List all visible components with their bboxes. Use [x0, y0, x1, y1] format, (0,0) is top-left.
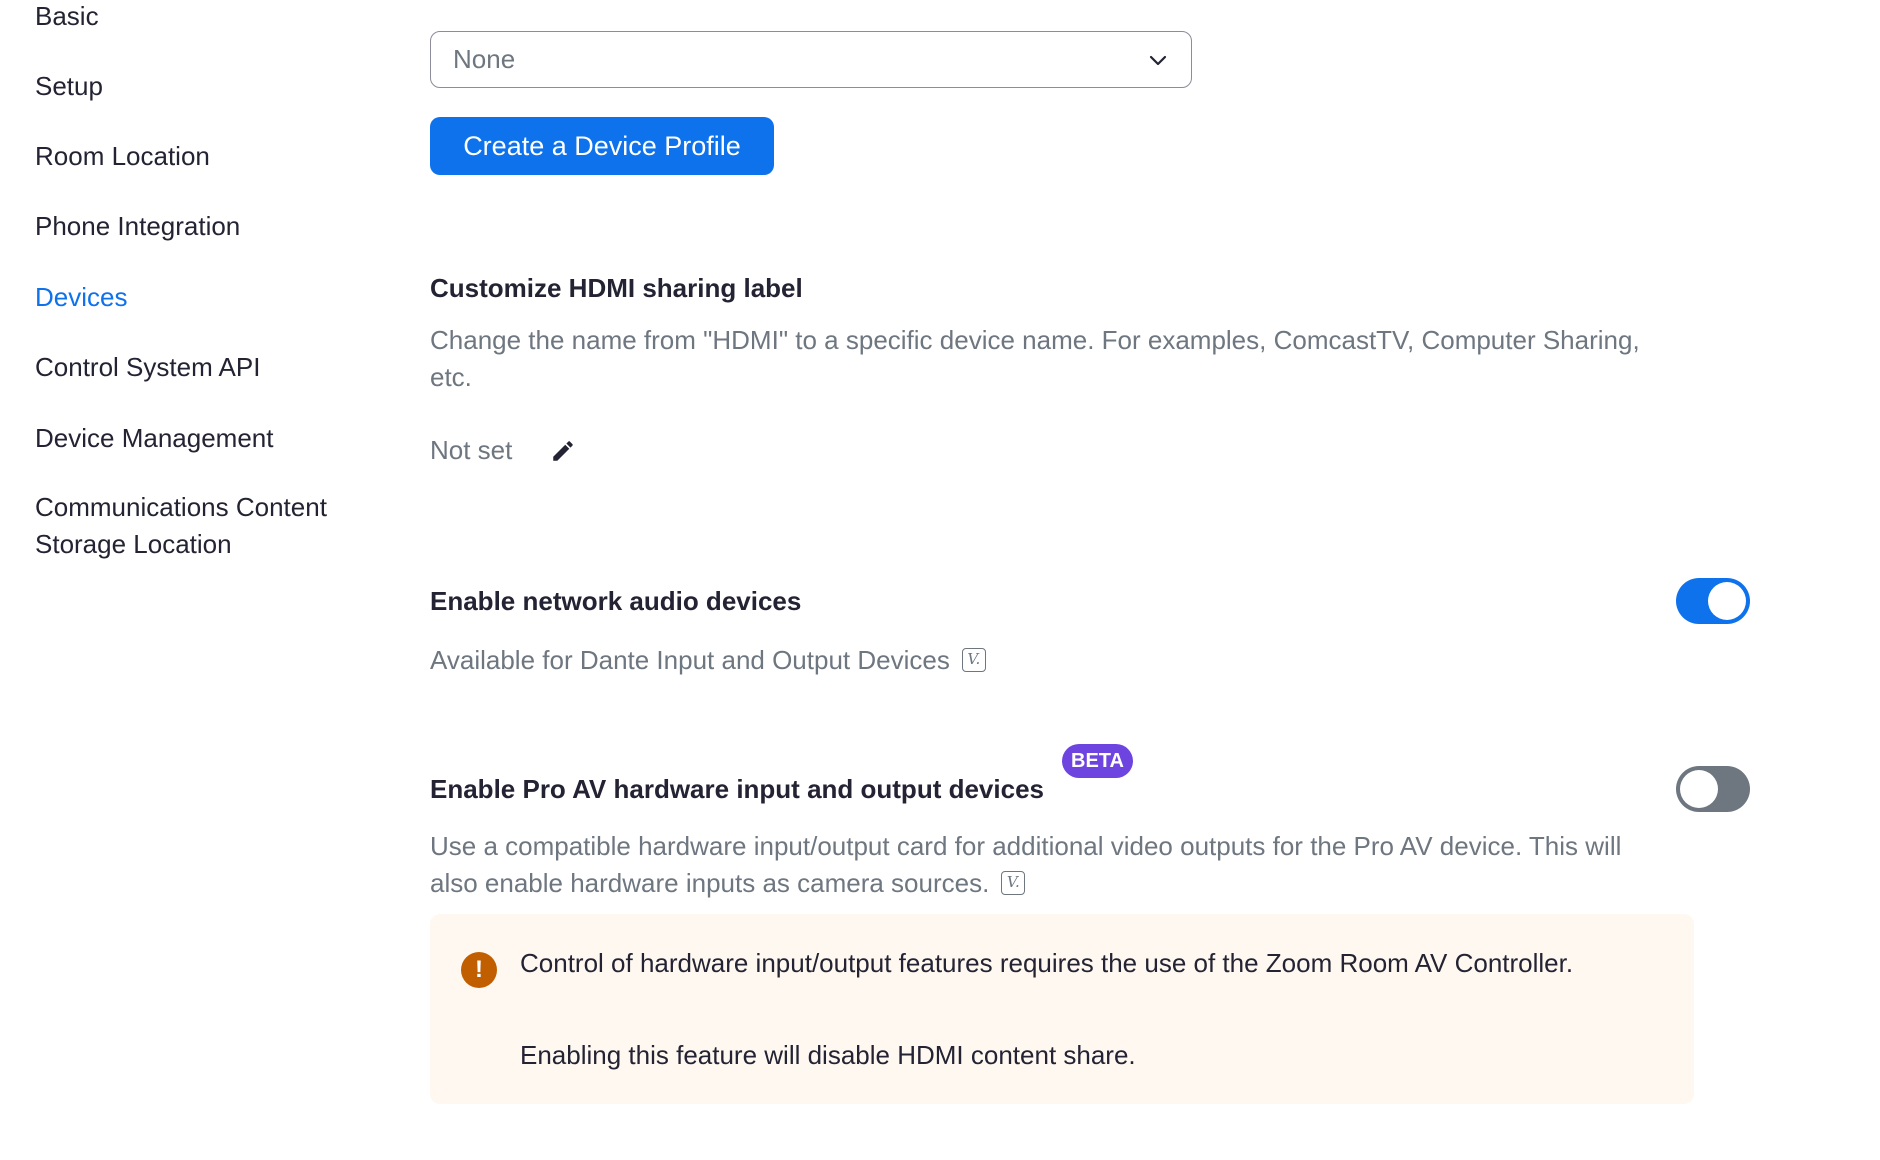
settings-page: Basic Setup Room Location Phone Integrat… [0, 0, 1880, 1160]
create-device-profile-button[interactable]: Create a Device Profile [430, 117, 774, 175]
hardware-io-warning-alert: ! Control of hardware input/output featu… [430, 914, 1694, 1104]
network-audio-toggle[interactable] [1676, 578, 1750, 624]
sidebar-item-phone-integration[interactable]: Phone Integration [35, 208, 240, 244]
version-info-icon[interactable]: V. [961, 648, 986, 673]
warning-icon: ! [461, 952, 497, 988]
toggle-knob [1680, 770, 1718, 808]
pro-av-description-row: Use a compatible hardware input/output c… [430, 828, 1670, 902]
alert-message: Control of hardware input/output feature… [520, 948, 1574, 978]
pro-av-title: Enable Pro AV hardware input and output … [430, 774, 1044, 804]
hdmi-label-value: Not set [430, 435, 513, 465]
sidebar-item-communications-content-storage-location[interactable]: Communications Content Storage Location [35, 489, 375, 563]
device-profile-select-value: None [453, 44, 516, 74]
sidebar-item-setup[interactable]: Setup [35, 68, 103, 104]
sidebar-item-device-management[interactable]: Device Management [35, 420, 273, 456]
sidebar-item-room-location[interactable]: Room Location [35, 138, 210, 174]
chevron-down-icon [1149, 55, 1167, 65]
sidebar-item-devices[interactable]: Devices [35, 279, 127, 315]
devices-settings-panel: None Create a Device Profile Customize H… [430, 0, 1880, 1160]
beta-badge: BETA [1062, 744, 1133, 778]
network-audio-description-row: Available for Dante Input and Output Dev… [430, 642, 1650, 679]
hdmi-label-description: Change the name from "HDMI" to a specifi… [430, 325, 1640, 392]
pro-av-description: Use a compatible hardware input/output c… [430, 831, 1622, 898]
sidebar-item-control-system-api[interactable]: Control System API [35, 349, 260, 385]
alert-message-secondary: Enabling this feature will disable HDMI … [520, 1040, 1136, 1070]
hdmi-label-title: Customize HDMI sharing label [430, 273, 803, 303]
pencil-icon[interactable] [550, 438, 576, 464]
network-audio-title: Enable network audio devices [430, 586, 802, 616]
pro-av-toggle[interactable] [1676, 766, 1750, 812]
device-profile-select[interactable]: None [430, 31, 1192, 88]
version-info-icon[interactable]: V. [1001, 871, 1026, 896]
toggle-knob [1708, 582, 1746, 620]
network-audio-description: Available for Dante Input and Output Dev… [430, 645, 950, 675]
sidebar-item-basic[interactable]: Basic [35, 0, 99, 34]
